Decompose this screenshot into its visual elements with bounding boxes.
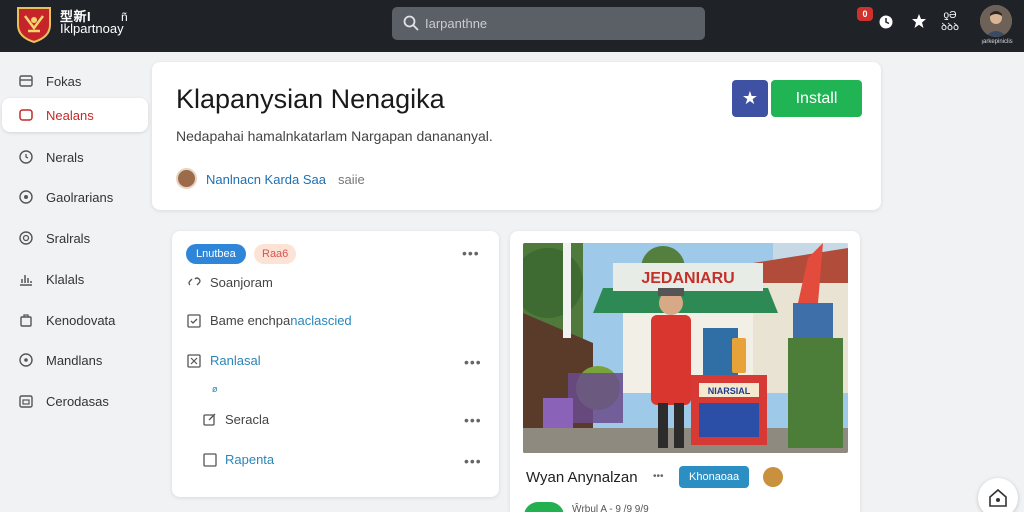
page-title: Klapanysian Nenagika — [176, 84, 445, 114]
sidebar-item-sralrals[interactable]: Sralrals — [2, 221, 148, 255]
clock-icon — [19, 150, 33, 164]
sidebar-item-label: Klalals — [46, 271, 85, 287]
star-icon[interactable] — [910, 12, 928, 30]
settings-icon — [19, 190, 33, 204]
sidebar-item-label: Fokas — [46, 73, 82, 89]
top-counter[interactable]: ƍƏ ꝺꝺꝺ — [941, 10, 959, 34]
box-icon — [19, 75, 33, 87]
top-counter-line2: ꝺꝺꝺ — [941, 22, 959, 33]
author-avatar[interactable] — [176, 168, 197, 189]
circle-icon — [19, 353, 33, 367]
clock-icon[interactable] — [878, 14, 894, 30]
edit-icon[interactable] — [203, 412, 217, 426]
checkbox-icon[interactable] — [187, 314, 201, 328]
sidebar-item-label: Nerals — [46, 149, 84, 165]
more-options-button[interactable]: ••• — [464, 412, 482, 428]
logo-shield-icon[interactable] — [16, 5, 52, 43]
page-description: Nedapahai hamalnkatarlam Nargapan danana… — [176, 128, 493, 144]
emoji-reaction-icon[interactable] — [763, 467, 783, 487]
header-card: Klapanysian Nenagika Nedapahai hamalnkat… — [152, 62, 881, 210]
media-card: JEDANIARU NIARSIAL Wyan Anynalzan ••• Kh… — [510, 231, 860, 512]
sidebar: Fokas Nealans Nerals Gaolrarians Sralral… — [0, 52, 150, 512]
author-link[interactable]: Nanlnacn Karda Saa — [206, 172, 326, 187]
sidebar-item-label: Cerodasas — [46, 393, 109, 409]
top-counter-line1: ƍƏ — [943, 10, 957, 21]
photo-caption: Wyan Anynalzan — [526, 469, 638, 486]
author-suffix: saiie — [338, 172, 365, 187]
sidebar-item-label: Nealans — [46, 107, 94, 123]
search-input[interactable] — [425, 14, 685, 32]
user-avatar-image — [980, 5, 1012, 37]
bag-icon — [20, 314, 32, 327]
sidebar-item-label: Sralrals — [46, 230, 91, 246]
status-badge[interactable]: Lnutbea — [186, 244, 246, 264]
list-item[interactable]: Ranlasal — [210, 353, 261, 368]
list-item[interactable]: Bame enchpanaclascied — [210, 313, 352, 328]
brand-mark: ñ — [121, 10, 128, 24]
sidebar-item-label: Kenodovata — [46, 312, 116, 328]
install-button[interactable]: Install — [771, 80, 862, 117]
sidebar-item-cerodasas[interactable]: Cerodasas — [2, 384, 148, 418]
shop-sign-text: JEDANIARU — [641, 270, 734, 287]
notification-badge[interactable]: 0 — [857, 7, 873, 21]
list-item-link[interactable]: naclascied — [290, 313, 351, 328]
top-bar: 型新I Iklpartnoay ñ 0 ƍƏ ꝺꝺꝺ ꞁarkepiniclis — [0, 0, 1024, 52]
list-item[interactable]: Rapenta — [225, 452, 274, 467]
sidebar-item-gaolrarians[interactable]: Gaolrarians — [2, 180, 148, 214]
shop-photo[interactable]: JEDANIARU NIARSIAL — [523, 243, 848, 453]
sidebar-item-klalals[interactable]: Klalals — [2, 262, 148, 296]
list-item[interactable]: Soanjoram — [210, 275, 273, 290]
list-item[interactable]: Seracla — [225, 412, 269, 427]
details-card: Lnutbea Raa6 ••• Soanjoram Bame enchpana… — [172, 231, 499, 497]
brand-name-line2: Iklpartnoay — [60, 21, 124, 36]
floating-action-button[interactable] — [978, 478, 1018, 512]
home-lock-icon — [989, 488, 1007, 507]
more-options-button[interactable]: ••• — [462, 245, 480, 261]
square-icon — [19, 109, 33, 121]
tag-badge[interactable]: Raa6 — [254, 244, 297, 264]
sidebar-item-kenodovata[interactable]: Kenodovata — [2, 303, 148, 337]
chart-icon — [20, 275, 32, 286]
sidebar-item-mandlans[interactable]: Mandlans — [2, 343, 148, 377]
target-icon — [19, 231, 33, 245]
sidebar-item-label: Mandlans — [46, 352, 103, 368]
sidebar-item-nerals[interactable]: Nerals — [2, 140, 148, 174]
sidebar-item-fokas[interactable]: Fokas — [2, 64, 148, 98]
bottom-meta: Ŵrbul A - 9 /9 9/9 — [572, 504, 649, 512]
stall-box-text: NIARSIAL — [708, 386, 751, 396]
checkbox-icon[interactable] — [187, 354, 201, 368]
more-options-button[interactable]: ••• — [464, 354, 482, 370]
more-options-button[interactable]: ••• — [653, 471, 664, 482]
link-icon — [188, 277, 201, 286]
green-status-indicator — [524, 502, 564, 512]
sidebar-item-label: Gaolrarians — [46, 189, 114, 205]
shop-illustration: JEDANIARU NIARSIAL — [523, 243, 848, 453]
star-button[interactable]: ★ — [732, 80, 768, 117]
avatar-caption: ꞁarkepiniclis — [981, 39, 1013, 45]
sub-item-marker: ø — [212, 384, 218, 394]
calendar-icon — [19, 395, 33, 408]
more-options-button[interactable]: ••• — [464, 453, 482, 469]
square-icon[interactable] — [203, 453, 217, 467]
search-icon — [403, 15, 419, 31]
list-item-text: Bame enchpa — [210, 313, 291, 328]
user-avatar[interactable] — [980, 5, 1012, 37]
category-badge[interactable]: Khonaoaa — [679, 466, 750, 488]
sidebar-item-nealans[interactable]: Nealans — [2, 98, 148, 132]
